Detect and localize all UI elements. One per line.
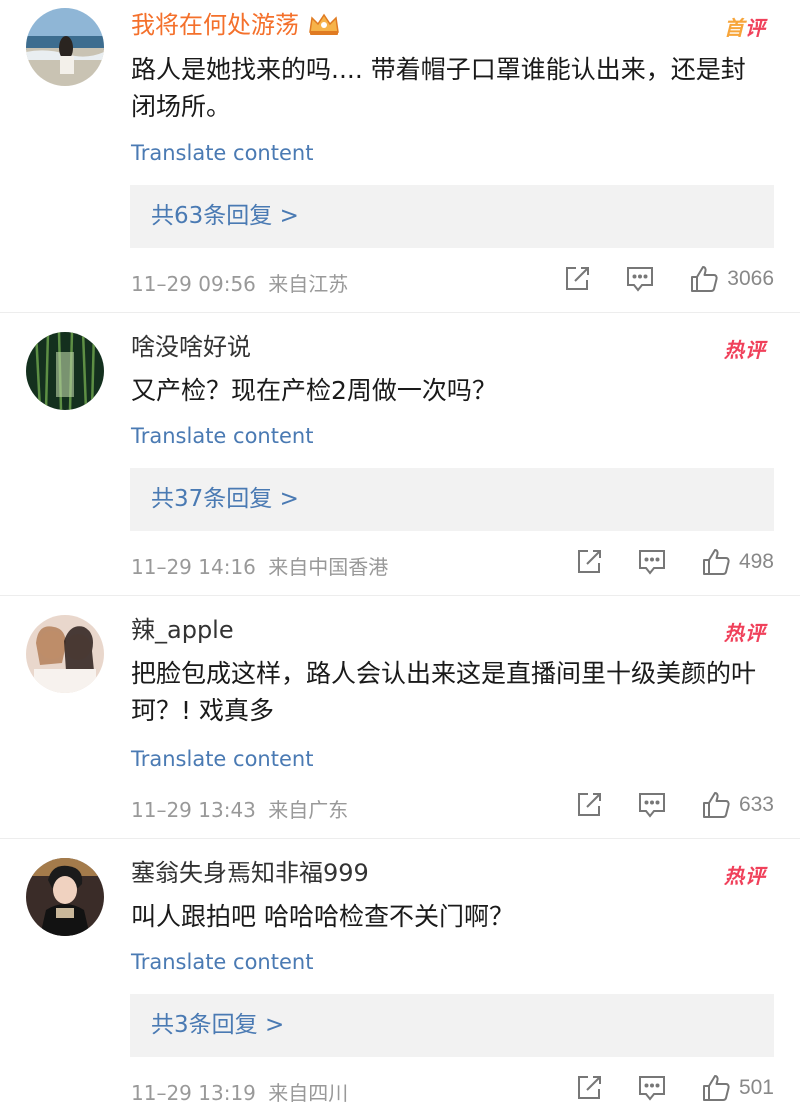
comment-text: 路人是她找来的吗.... 带着帽子口罩谁能认出来，还是封闭场所。 xyxy=(131,55,746,121)
timestamp: 11–29 14:16 xyxy=(131,555,256,579)
thumbs-up-icon[interactable] xyxy=(701,547,731,577)
top-comment-badge: 首评 xyxy=(724,12,766,41)
like-count: 498 xyxy=(738,550,774,573)
comment-item: 辣_apple 热评 把脸包成这样，路人会认出来这是直播间里十级美颜的叶珂？! … xyxy=(0,596,800,839)
thumbs-up-icon[interactable] xyxy=(701,790,731,820)
translate-link[interactable]: Translate content xyxy=(131,949,313,975)
username[interactable]: 辣_apple xyxy=(131,615,234,645)
username[interactable]: 我将在何处游荡 xyxy=(131,10,341,43)
comment-text: 又产检？现在产检2周做一次吗？ xyxy=(131,376,497,405)
share-icon[interactable] xyxy=(575,1074,603,1102)
badge-second: 评 xyxy=(745,338,766,362)
location: 来自江苏 xyxy=(268,272,349,296)
reply-thread-button[interactable]: 共37条回复 > xyxy=(130,468,774,531)
comment-text: 叫人跟拍吧 哈哈哈检查不关门啊？ xyxy=(131,902,514,931)
share-icon[interactable] xyxy=(575,791,603,819)
crown-icon xyxy=(307,12,341,43)
action-bar: 633 xyxy=(575,790,774,820)
hot-comment-badge: 热评 xyxy=(724,617,766,646)
comment-icon[interactable] xyxy=(637,791,667,819)
comment-meta: 11–29 09:56 来自江苏 xyxy=(131,268,348,297)
location: 来自广东 xyxy=(268,798,349,822)
avatar[interactable] xyxy=(26,332,104,410)
thumbs-up-icon[interactable] xyxy=(701,1073,731,1103)
timestamp: 11–29 13:19 xyxy=(131,1081,256,1105)
avatar[interactable] xyxy=(26,615,104,693)
like-count: 3066 xyxy=(727,267,774,290)
comment-icon[interactable] xyxy=(637,1074,667,1102)
location: 来自中国香港 xyxy=(268,555,389,579)
timestamp: 11–29 13:43 xyxy=(131,798,256,822)
comment-item: 塞翁失身焉知非福999 热评 叫人跟拍吧 哈哈哈检查不关门啊？ Translat… xyxy=(0,839,800,1107)
badge-first: 热 xyxy=(724,621,745,645)
comment-icon[interactable] xyxy=(637,548,667,576)
translate-link[interactable]: Translate content xyxy=(131,746,313,772)
badge-second: 评 xyxy=(745,621,766,645)
translate-link[interactable]: Translate content xyxy=(131,140,313,166)
translate-link[interactable]: Translate content xyxy=(131,423,313,449)
reply-count-label: 共3条回复 > xyxy=(151,1012,285,1038)
comment-meta: 11–29 13:19 来自四川 xyxy=(131,1077,348,1106)
hot-comment-badge: 热评 xyxy=(724,334,766,363)
share-icon[interactable] xyxy=(575,548,603,576)
username[interactable]: 塞翁失身焉知非福999 xyxy=(131,858,369,888)
like-count: 501 xyxy=(738,1076,774,1099)
reply-count-label: 共63条回复 > xyxy=(151,203,299,229)
badge-first: 热 xyxy=(724,864,745,888)
comment-meta: 11–29 14:16 来自中国香港 xyxy=(131,551,388,580)
reply-count-label: 共37条回复 > xyxy=(151,486,299,512)
comment-item: 我将在何处游荡 首评 路人是她找来的吗.... 带着帽子口罩谁能认出来，还是封闭… xyxy=(0,0,800,313)
thumbs-up-icon[interactable] xyxy=(689,264,719,294)
like-count: 633 xyxy=(738,793,774,816)
hot-comment-badge: 热评 xyxy=(724,860,766,889)
badge-first: 热 xyxy=(724,338,745,362)
username[interactable]: 啥没啥好说 xyxy=(131,332,251,362)
location: 来自四川 xyxy=(268,1081,349,1105)
username-text: 我将在何处游荡 xyxy=(131,11,299,39)
share-icon[interactable] xyxy=(563,265,591,293)
badge-second: 评 xyxy=(745,16,766,40)
action-bar: 498 xyxy=(575,547,774,577)
reply-thread-button[interactable]: 共3条回复 > xyxy=(130,994,774,1057)
timestamp: 11–29 09:56 xyxy=(131,272,256,296)
comment-icon[interactable] xyxy=(625,265,655,293)
comment-meta: 11–29 13:43 来自广东 xyxy=(131,794,348,823)
comment-item: 啥没啥好说 热评 又产检？现在产检2周做一次吗？ Translate conte… xyxy=(0,313,800,596)
action-bar: 3066 xyxy=(563,264,774,294)
reply-thread-button[interactable]: 共63条回复 > xyxy=(130,185,774,248)
avatar[interactable] xyxy=(26,8,104,86)
avatar[interactable] xyxy=(26,858,104,936)
action-bar: 501 xyxy=(575,1073,774,1103)
badge-first: 首 xyxy=(724,16,745,40)
badge-second: 评 xyxy=(745,864,766,888)
comment-text: 把脸包成这样，路人会认出来这是直播间里十级美颜的叶珂？! 戏真多 xyxy=(131,659,757,725)
